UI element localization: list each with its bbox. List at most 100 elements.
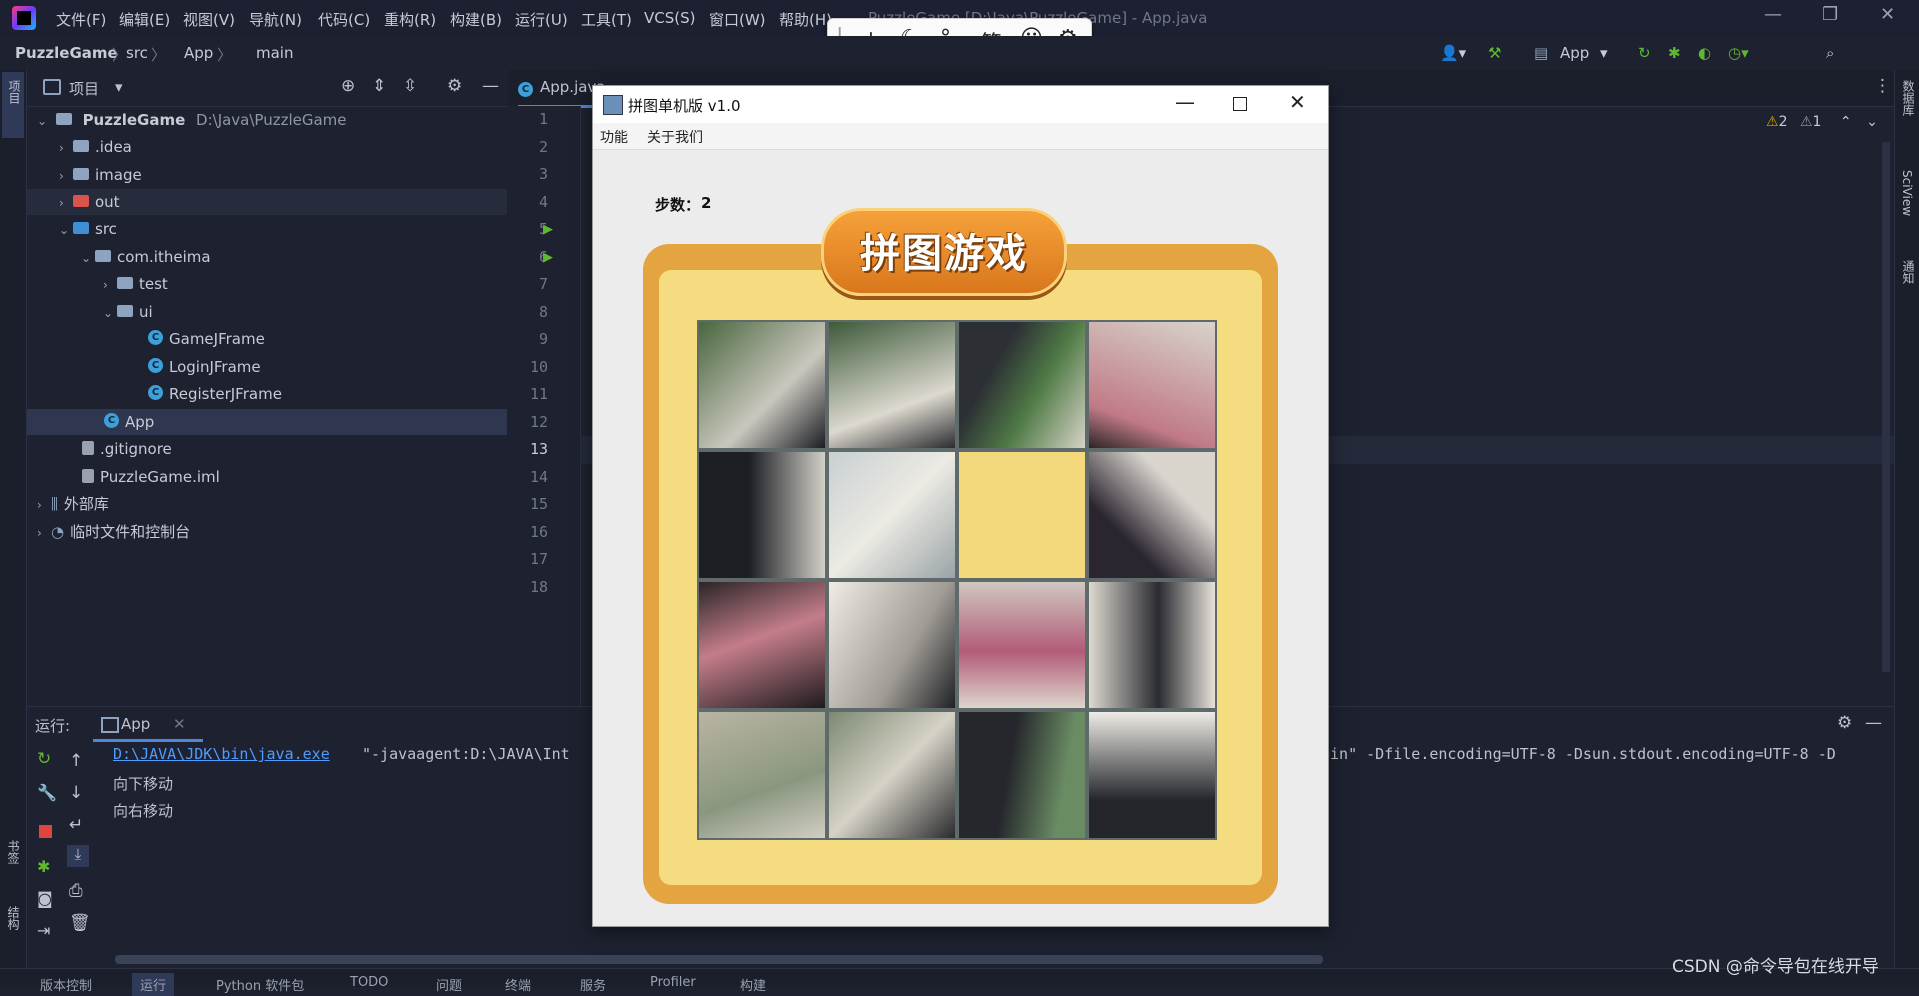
menu-file[interactable]: 文件(F) xyxy=(56,9,106,30)
chevron-down-icon[interactable]: ▾ xyxy=(115,78,123,96)
maximize-icon[interactable] xyxy=(1233,97,1247,111)
database-tool-button[interactable]: 数据库 xyxy=(1900,80,1917,116)
intellij-logo-icon[interactable] xyxy=(12,6,36,30)
tree-item-gamejframe[interactable]: C GameJFrame xyxy=(148,326,265,352)
locate-icon[interactable]: ⊕ xyxy=(341,76,355,96)
close-tab-icon[interactable]: ✕ xyxy=(173,715,186,733)
console-hscrollbar[interactable] xyxy=(115,955,1323,964)
search-icon[interactable]: ⌕ xyxy=(1826,44,1834,62)
tree-item-idea[interactable]: › .idea xyxy=(59,134,132,160)
tool-profiler[interactable]: Profiler xyxy=(650,975,696,990)
hide-panel-icon[interactable]: — xyxy=(1865,713,1882,733)
wrench-icon[interactable]: 🔧 xyxy=(37,783,57,802)
puzzle-tile[interactable] xyxy=(1088,711,1216,839)
tree-item-iml[interactable]: PuzzleGame.iml xyxy=(82,464,220,490)
profile-icon[interactable]: ◷▾ xyxy=(1728,44,1749,62)
puzzle-tile[interactable] xyxy=(828,451,956,579)
tree-item-ui[interactable]: ⌄ ui xyxy=(103,299,153,325)
empty-tile[interactable] xyxy=(958,451,1086,579)
rerun-icon[interactable]: ↻ xyxy=(37,749,51,769)
menu-about[interactable]: 关于我们 xyxy=(647,127,703,147)
tool-todo[interactable]: TODO xyxy=(350,975,388,990)
puzzle-tile[interactable] xyxy=(1088,581,1216,709)
puzzle-tile[interactable] xyxy=(958,581,1086,709)
menu-refactor[interactable]: 重构(R) xyxy=(384,9,436,30)
menu-function[interactable]: 功能 xyxy=(600,127,628,147)
exit-icon[interactable]: ⇥ xyxy=(37,921,50,940)
chevron-down-icon[interactable]: ▾ xyxy=(1600,44,1608,62)
menu-run[interactable]: 运行(U) xyxy=(515,9,568,30)
menu-view[interactable]: 视图(V) xyxy=(183,9,235,30)
menu-navigate[interactable]: 导航(N) xyxy=(249,9,302,30)
puzzle-tile[interactable] xyxy=(698,451,826,579)
run-tab-app[interactable]: App ✕ xyxy=(93,707,203,742)
tree-item-src[interactable]: ⌄ src xyxy=(59,216,117,242)
print-icon[interactable]: ⎙ xyxy=(69,881,83,901)
puzzle-tile[interactable] xyxy=(1088,451,1216,579)
close-icon[interactable]: ✕ xyxy=(1289,90,1306,114)
puzzle-tile[interactable] xyxy=(698,321,826,449)
puzzle-tile[interactable] xyxy=(828,711,956,839)
puzzle-tile[interactable] xyxy=(1088,321,1216,449)
debug-icon[interactable]: ✱ xyxy=(1668,44,1681,62)
breadcrumb-project[interactable]: PuzzleGame xyxy=(15,44,118,62)
editor-scrollbar[interactable] xyxy=(1882,142,1890,672)
tool-build[interactable]: 构建 xyxy=(740,975,766,994)
tree-item-scratches[interactable]: › ◔ 临时文件和控制台 xyxy=(37,519,190,545)
tree-item-gitignore[interactable]: .gitignore xyxy=(82,436,172,462)
menu-vcs[interactable]: VCS(S) xyxy=(644,9,695,27)
collapse-all-icon[interactable]: ⇳ xyxy=(403,76,417,96)
chevron-down-icon[interactable]: ⌄ xyxy=(1866,114,1878,130)
tree-item-registerjframe[interactable]: C RegisterJFrame xyxy=(148,381,282,407)
project-panel-title[interactable]: 项目 xyxy=(69,78,99,99)
project-tool-button[interactable]: 项目 xyxy=(2,72,24,138)
scroll-to-end-icon[interactable]: ⤓ xyxy=(67,845,89,867)
user-icon[interactable]: 👤▾ xyxy=(1440,44,1466,62)
tool-python-packages[interactable]: Python 软件包 xyxy=(216,975,304,994)
coverage-icon[interactable]: ◐ xyxy=(1698,44,1711,62)
tool-terminal[interactable]: 终端 xyxy=(505,975,531,994)
stop-icon[interactable] xyxy=(39,825,52,838)
breadcrumb-src[interactable]: src xyxy=(126,44,148,62)
breadcrumb-method[interactable]: main xyxy=(256,44,293,62)
structure-tool-button[interactable]: 结构 xyxy=(5,906,22,930)
puzzle-tile[interactable] xyxy=(828,321,956,449)
tree-item-out[interactable]: › out xyxy=(27,189,507,215)
camera-icon[interactable]: ◙ xyxy=(37,889,53,908)
tree-root[interactable]: ⌄ PuzzleGame D:\Java\PuzzleGame xyxy=(37,107,507,133)
more-options-icon[interactable]: ⋮ xyxy=(1874,76,1891,96)
restore-icon[interactable]: ❐ xyxy=(1822,4,1838,25)
close-icon[interactable]: ✕ xyxy=(1880,4,1895,25)
minimize-icon[interactable]: — xyxy=(1175,90,1195,114)
java-exe-link[interactable]: D:\JAVA\JDK\bin\java.exe xyxy=(113,745,330,763)
tool-run[interactable]: 运行 xyxy=(132,973,175,996)
tool-problems[interactable]: 问题 xyxy=(436,975,462,994)
puzzle-tile[interactable] xyxy=(698,581,826,709)
bookmarks-tool-button[interactable]: 书签 xyxy=(5,840,22,864)
puzzle-tile[interactable] xyxy=(958,711,1086,839)
tree-item-test[interactable]: › test xyxy=(103,271,168,297)
tree-item-external-libs[interactable]: › ⫼ 外部库 xyxy=(37,491,109,517)
puzzle-tile[interactable] xyxy=(958,321,1086,449)
tool-vcs[interactable]: 版本控制 xyxy=(40,975,92,994)
gear-icon[interactable]: ⚙ xyxy=(1837,713,1852,733)
notifications-tool-button[interactable]: 通知 xyxy=(1900,260,1917,284)
breadcrumb-class[interactable]: App xyxy=(184,44,213,62)
menu-code[interactable]: 代码(C) xyxy=(318,9,370,30)
chevron-up-icon[interactable]: ⌃ xyxy=(1840,114,1852,130)
hide-panel-icon[interactable]: — xyxy=(482,76,499,96)
arrow-up-icon[interactable]: ↑ xyxy=(69,751,83,771)
soft-wrap-icon[interactable]: ↵ xyxy=(69,815,83,835)
puzzle-tile[interactable] xyxy=(828,581,956,709)
inspection-widget[interactable]: ⚠2 ⚠1 ⌃ ⌄ xyxy=(1766,114,1878,130)
menu-tools[interactable]: 工具(T) xyxy=(581,9,632,30)
menu-build[interactable]: 构建(B) xyxy=(450,9,502,30)
arrow-down-icon[interactable]: ↓ xyxy=(69,783,83,803)
run-main-icon[interactable]: ▶ xyxy=(543,250,553,265)
debug-icon[interactable]: ✱ xyxy=(37,857,50,876)
tree-item-app[interactable]: C App xyxy=(27,409,507,435)
gear-icon[interactable]: ⚙ xyxy=(447,76,462,96)
tree-item-package[interactable]: ⌄ com.itheima xyxy=(81,244,211,270)
expand-all-icon[interactable]: ⇕ xyxy=(372,76,386,96)
tool-services[interactable]: 服务 xyxy=(580,975,606,994)
